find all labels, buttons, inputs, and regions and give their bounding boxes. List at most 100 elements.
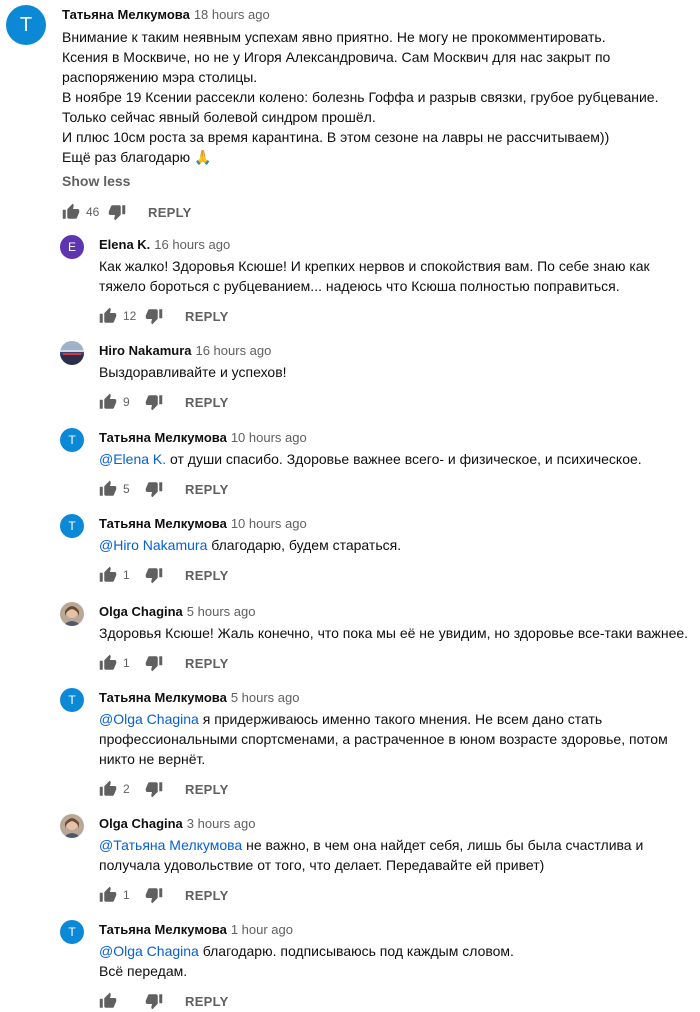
comment-timestamp[interactable]: 16 hours ago [154,237,230,252]
comment-line: тяжело бороться с рубцеванием... надеюсь… [99,278,620,294]
mention-link[interactable]: @Hiro Nakamura [99,537,207,553]
like-icon[interactable] [99,780,117,798]
comment-header: Татьяна Мелкумова 1 hour ago [99,921,293,939]
reply-button[interactable]: REPLY [185,782,229,797]
avatar[interactable]: T [60,428,84,452]
author-name[interactable]: Татьяна Мелкумова [62,7,190,22]
comment-timestamp[interactable]: 10 hours ago [231,516,307,531]
comment-actions: 5 REPLY [99,479,229,499]
avatar[interactable] [60,341,84,365]
avatar[interactable]: T [60,920,84,944]
dislike-icon[interactable] [145,393,163,411]
comment-actions: 12 REPLY [99,306,229,326]
comment-text: Здоровья Ксюше! Жаль конечно, что пока м… [99,623,688,643]
comment-timestamp[interactable]: 5 hours ago [187,604,256,619]
like-icon[interactable] [99,654,117,672]
like-icon[interactable] [99,307,117,325]
like-count: 1 [123,568,130,582]
comment-actions: 46 REPLY [62,202,192,222]
mention-link[interactable]: @Olga Chagina [99,711,199,727]
comment-line: Выздоравливайте и успехов! [99,364,287,380]
comment-header: Татьяна Мелкумова 18 hours ago [62,6,270,24]
comment-text: @Hiro Nakamura благодарю, будем старатьс… [99,535,401,555]
dislike-icon[interactable] [145,992,163,1010]
like-icon[interactable] [99,480,117,498]
comment-header: Elena K. 16 hours ago [99,236,230,254]
comment-text: Выздоравливайте и успехов! [99,362,287,382]
comment-text: Как жалко! Здоровья Ксюше! И крепких нер… [99,256,650,296]
like-icon[interactable] [99,566,117,584]
avatar[interactable]: T [60,514,84,538]
like-count: 1 [123,656,130,670]
comment-actions: 2 REPLY [99,779,229,799]
dislike-icon[interactable] [145,566,163,584]
comment-line: @Olga Chagina я придерживаюсь именно так… [99,711,603,727]
avatar[interactable]: E [60,235,84,259]
comment-header: Татьяна Мелкумова 10 hours ago [99,429,307,447]
dislike-icon[interactable] [145,780,163,798]
comment-timestamp[interactable]: 18 hours ago [194,7,270,22]
author-name[interactable]: Elena K. [99,237,150,252]
comment-text: @Olga Chagina я придерживаюсь именно так… [99,709,668,769]
author-name[interactable]: Татьяна Мелкумова [99,430,227,445]
reply-button[interactable]: REPLY [185,656,229,671]
dislike-icon[interactable] [145,480,163,498]
comment-actions: 1 REPLY [99,565,229,585]
comment-timestamp[interactable]: 3 hours ago [187,816,256,831]
comment-timestamp[interactable]: 1 hour ago [231,922,293,937]
author-name[interactable]: Татьяна Мелкумова [99,922,227,937]
comment-header: Hiro Nakamura 16 hours ago [99,342,271,360]
comment-actions: REPLY [99,991,229,1011]
like-count: 46 [86,205,100,219]
avatar[interactable] [60,602,84,626]
comment-line: @Olga Chagina благодарю. подписываюсь по… [99,943,514,959]
reply-button[interactable]: REPLY [148,205,192,220]
dislike-icon[interactable] [145,654,163,672]
author-name[interactable]: Olga Chagina [99,816,183,831]
dislike-icon[interactable] [145,307,163,325]
dislike-icon[interactable] [108,203,126,221]
avatar[interactable]: T [60,688,84,712]
reply-button[interactable]: REPLY [185,994,229,1009]
comment-header: Olga Chagina 3 hours ago [99,815,255,833]
comment-text: @Elena K. от души спасибо. Здоровье важн… [99,449,642,469]
comment-line: Здоровья Ксюше! Жаль конечно, что пока м… [99,625,689,641]
like-icon[interactable] [62,203,80,221]
comment-line: получала удовольствие от того, что делае… [99,857,545,873]
comment-timestamp[interactable]: 10 hours ago [231,430,307,445]
comment-line: Только сейчас явный болевой синдром прош… [62,109,376,125]
like-icon[interactable] [99,393,117,411]
author-name[interactable]: Olga Chagina [99,604,183,619]
author-name[interactable]: Hiro Nakamura [99,343,191,358]
mention-link[interactable]: @Olga Chagina [99,943,199,959]
reply-button[interactable]: REPLY [185,395,229,410]
comment-header: Olga Chagina 5 hours ago [99,603,255,621]
comment-actions: 1 REPLY [99,653,229,673]
reply-button[interactable]: REPLY [185,482,229,497]
dislike-icon[interactable] [145,886,163,904]
show-less-button[interactable]: Show less [62,173,130,189]
comment-line: @Татьяна Мелкумова не важно, в чем она н… [99,837,644,853]
comment-header: Татьяна Мелкумова 5 hours ago [99,689,299,707]
comment-line: Внимание к таким неявным успехам явно пр… [62,29,606,45]
comment-line: Ксения в Москвиче, но не у Игоря Алексан… [62,49,611,65]
reply-button[interactable]: REPLY [185,568,229,583]
mention-link[interactable]: @Elena K. [99,451,166,467]
comment-text: @Татьяна Мелкумова не важно, в чем она н… [99,835,643,875]
comment-line: В ноябре 19 Ксении рассекли колено: боле… [62,89,659,105]
avatar[interactable]: T [6,5,46,45]
comment-timestamp[interactable]: 5 hours ago [231,690,300,705]
like-icon[interactable] [99,992,117,1010]
reply-button[interactable]: REPLY [185,309,229,324]
reply-button[interactable]: REPLY [185,888,229,903]
mention-link[interactable]: @Татьяна Мелкумова [99,837,242,853]
like-count: 12 [123,309,137,323]
author-name[interactable]: Татьяна Мелкумова [99,690,227,705]
comment-actions: 1 REPLY [99,885,229,905]
author-name[interactable]: Татьяна Мелкумова [99,516,227,531]
comment-text: @Olga Chagina благодарю. подписываюсь по… [99,941,514,981]
comment-timestamp[interactable]: 16 hours ago [195,343,271,358]
like-icon[interactable] [99,886,117,904]
comment-line: Как жалко! Здоровья Ксюше! И крепких нер… [99,258,650,274]
avatar[interactable] [60,814,84,838]
